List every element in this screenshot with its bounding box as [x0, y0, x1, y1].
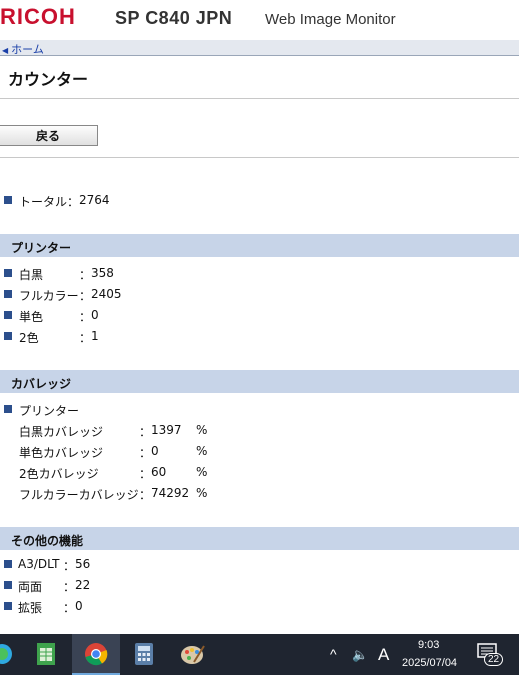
colon: ： — [79, 268, 92, 282]
printer-item-value: 0 — [91, 308, 99, 322]
colon: ： — [63, 580, 76, 594]
colon: ： — [63, 601, 76, 615]
home-link[interactable]: ◀ ホーム — [2, 41, 44, 57]
printer-item-label: 白黒 — [19, 268, 44, 282]
coverage-item-value: 60 — [151, 465, 167, 479]
colon: ： — [79, 289, 92, 303]
bullet-icon — [4, 311, 12, 319]
calculator-icon[interactable] — [128, 638, 160, 670]
bullet-icon — [4, 196, 12, 204]
printer-item-label: 2色 — [19, 331, 39, 345]
total-colon: ： — [67, 195, 80, 209]
coverage-item-value: 74292 — [151, 486, 190, 500]
title-bar: カウンター — [0, 56, 519, 99]
bullet-icon — [4, 269, 12, 277]
total-value: 2764 — [79, 193, 110, 207]
section-header-coverage: カバレッジ — [0, 370, 519, 393]
other-item-value: 22 — [75, 578, 91, 592]
taskbar: ^ 🔈 A 9:03 2025/07/04 22 — [0, 634, 519, 675]
chevron-left-icon: ◀ — [2, 46, 9, 55]
bullet-icon — [4, 581, 12, 589]
bullet-icon — [4, 602, 12, 610]
home-link-label: ホーム — [11, 43, 44, 56]
bullet-icon — [4, 290, 12, 298]
other-item-value: 0 — [75, 599, 83, 613]
ime-indicator[interactable]: A — [378, 645, 389, 665]
coverage-item-value: 0 — [151, 444, 159, 458]
colon: ： — [139, 446, 152, 460]
page-header: RICOH SP C840 JPN Web Image Monitor — [0, 0, 519, 40]
other-item-label: 拡張 — [18, 601, 43, 615]
coverage-item-unit: % — [196, 423, 208, 437]
product-name: Web Image Monitor — [265, 11, 396, 28]
colon: ： — [79, 310, 92, 324]
back-button[interactable]: 戻る — [0, 125, 98, 146]
notification-icon[interactable]: 22 — [477, 643, 505, 667]
other-item-value: 56 — [75, 557, 91, 571]
other-item-label: A3/DLT — [18, 557, 60, 571]
total-label: トータル — [19, 195, 68, 209]
section-title: プリンター — [11, 241, 72, 255]
printer-item-value: 358 — [91, 266, 114, 280]
colon: ： — [63, 559, 76, 573]
coverage-item-label: 2色カバレッジ — [19, 467, 99, 481]
ricoh-logo: RICOH — [0, 4, 76, 30]
colon: ： — [139, 425, 152, 439]
chevron-up-icon[interactable]: ^ — [330, 646, 337, 662]
notification-count: 22 — [484, 653, 504, 666]
printer-item-value: 1 — [91, 329, 99, 343]
bullet-icon — [4, 560, 12, 568]
other-item-label: 両面 — [18, 580, 43, 594]
bullet-icon — [4, 332, 12, 340]
section-header-other: その他の機能 — [0, 527, 519, 550]
breadcrumb: ◀ ホーム — [0, 40, 519, 56]
coverage-group-label: プリンター — [19, 404, 80, 418]
model-name: SP C840 JPN — [115, 8, 233, 28]
clock-time[interactable]: 9:03 — [418, 639, 439, 651]
printer-item-label: フルカラー — [19, 289, 79, 303]
brand-text: RICOH — [0, 4, 76, 29]
printer-item-value: 2405 — [91, 287, 122, 301]
speaker-icon[interactable]: 🔈 — [352, 647, 368, 663]
coverage-item-unit: % — [196, 465, 208, 479]
coverage-item-label: 単色カバレッジ — [19, 446, 104, 460]
chrome-icon[interactable] — [72, 634, 120, 675]
coverage-item-value: 1397 — [151, 423, 182, 437]
coverage-item-unit: % — [196, 486, 208, 500]
clock-date[interactable]: 2025/07/04 — [402, 657, 457, 669]
printer-item-label: 単色 — [19, 310, 44, 324]
coverage-item-label: 白黒カバレッジ — [19, 425, 104, 439]
bullet-icon — [4, 405, 12, 413]
coverage-item-label: フルカラーカバレッジ — [19, 488, 139, 502]
spreadsheet-icon[interactable] — [30, 638, 62, 670]
page-title: カウンター — [8, 70, 89, 89]
edge-icon[interactable] — [0, 638, 18, 670]
section-title: その他の機能 — [11, 534, 84, 548]
divider — [0, 157, 519, 158]
coverage-item-unit: % — [196, 444, 208, 458]
paint-icon[interactable] — [177, 638, 209, 670]
colon: ： — [79, 331, 92, 345]
colon: ： — [139, 467, 152, 481]
section-header-printer: プリンター — [0, 234, 519, 257]
section-title: カバレッジ — [11, 377, 72, 391]
colon: ： — [139, 488, 152, 502]
